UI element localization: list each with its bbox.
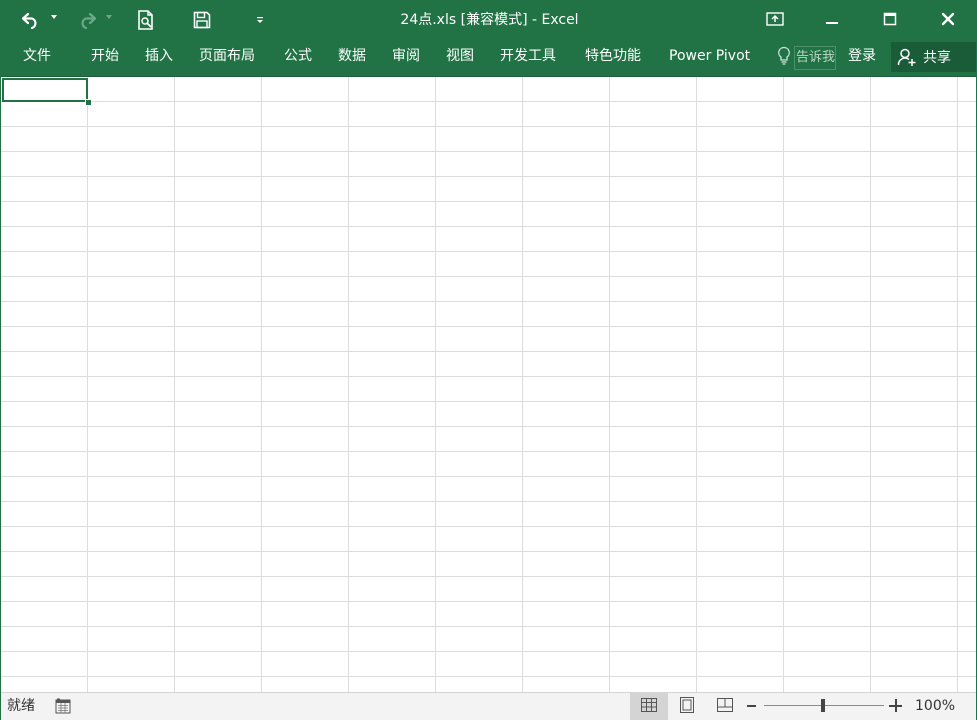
print-preview-button[interactable]	[135, 6, 157, 34]
macro-record-icon[interactable]	[55, 698, 71, 718]
tell-me-input[interactable]: 告诉我	[794, 46, 836, 70]
minimize-icon	[825, 11, 839, 30]
minimize-button[interactable]	[803, 0, 861, 40]
ribbon-tab-bar: 文件 开始 插入 页面布局 公式 数据 审阅 视图 开发工具 特色功能 Powe…	[1, 40, 976, 77]
tab-file[interactable]: 文件	[23, 40, 51, 76]
tab-power-pivot[interactable]: Power Pivot	[669, 40, 750, 76]
worksheet-grid[interactable]	[1, 77, 976, 692]
undo-icon	[21, 11, 41, 29]
share-user-icon	[897, 47, 917, 67]
close-button[interactable]	[919, 0, 976, 40]
tab-formulas[interactable]: 公式	[284, 40, 312, 76]
maximize-icon	[883, 11, 897, 30]
ribbon-display-options-button[interactable]	[746, 0, 804, 40]
page-layout-view-button[interactable]	[668, 693, 706, 720]
normal-view-button[interactable]	[630, 693, 668, 720]
zoom-out-button[interactable]	[747, 705, 756, 707]
lightbulb-icon	[777, 46, 791, 70]
excel-window: 24点.xls [兼容模式] - Excel 文件 开始 插入 页面布局 公式 …	[0, 0, 977, 720]
save-icon	[193, 11, 211, 29]
redo-icon	[77, 11, 97, 29]
close-icon	[941, 11, 955, 30]
tab-developer[interactable]: 开发工具	[500, 40, 556, 76]
share-label: 共享	[923, 50, 951, 66]
customize-qat-icon	[255, 15, 265, 25]
active-cell[interactable]	[2, 78, 88, 102]
tab-home[interactable]: 开始	[91, 40, 119, 76]
maximize-button[interactable]	[861, 0, 919, 40]
tab-special-features[interactable]: 特色功能	[585, 40, 641, 76]
ribbon-display-options-icon	[766, 11, 784, 30]
share-button[interactable]: 共享	[891, 42, 976, 72]
login-link[interactable]: 登录	[848, 40, 876, 76]
normal-view-icon	[641, 697, 657, 716]
undo-dropdown-icon[interactable]	[51, 15, 57, 19]
tab-insert[interactable]: 插入	[145, 40, 173, 76]
zoom-slider-thumb[interactable]	[821, 699, 825, 712]
redo-button[interactable]	[75, 6, 99, 34]
page-layout-view-icon	[679, 696, 695, 717]
tab-review[interactable]: 审阅	[392, 40, 420, 76]
tab-page-layout[interactable]: 页面布局	[199, 40, 255, 76]
fill-handle[interactable]	[85, 99, 92, 106]
tell-me-box[interactable]: 告诉我	[777, 45, 836, 71]
undo-button[interactable]	[19, 6, 43, 34]
tab-data[interactable]: 数据	[338, 40, 366, 76]
page-break-preview-icon	[717, 697, 733, 716]
status-text: 就绪	[7, 698, 35, 714]
zoom-in-button[interactable]	[889, 699, 902, 712]
save-button[interactable]	[191, 6, 213, 34]
window-title: 24点.xls [兼容模式] - Excel	[400, 12, 579, 28]
redo-dropdown-icon[interactable]	[106, 15, 112, 19]
tab-view[interactable]: 视图	[446, 40, 474, 76]
status-bar: 就绪 100%	[1, 692, 976, 720]
zoom-level[interactable]: 100%	[915, 693, 955, 719]
customize-qat-button[interactable]	[253, 6, 267, 34]
print-preview-icon	[137, 10, 155, 30]
title-bar: 24点.xls [兼容模式] - Excel	[1, 0, 976, 40]
page-break-preview-button[interactable]	[706, 693, 744, 720]
